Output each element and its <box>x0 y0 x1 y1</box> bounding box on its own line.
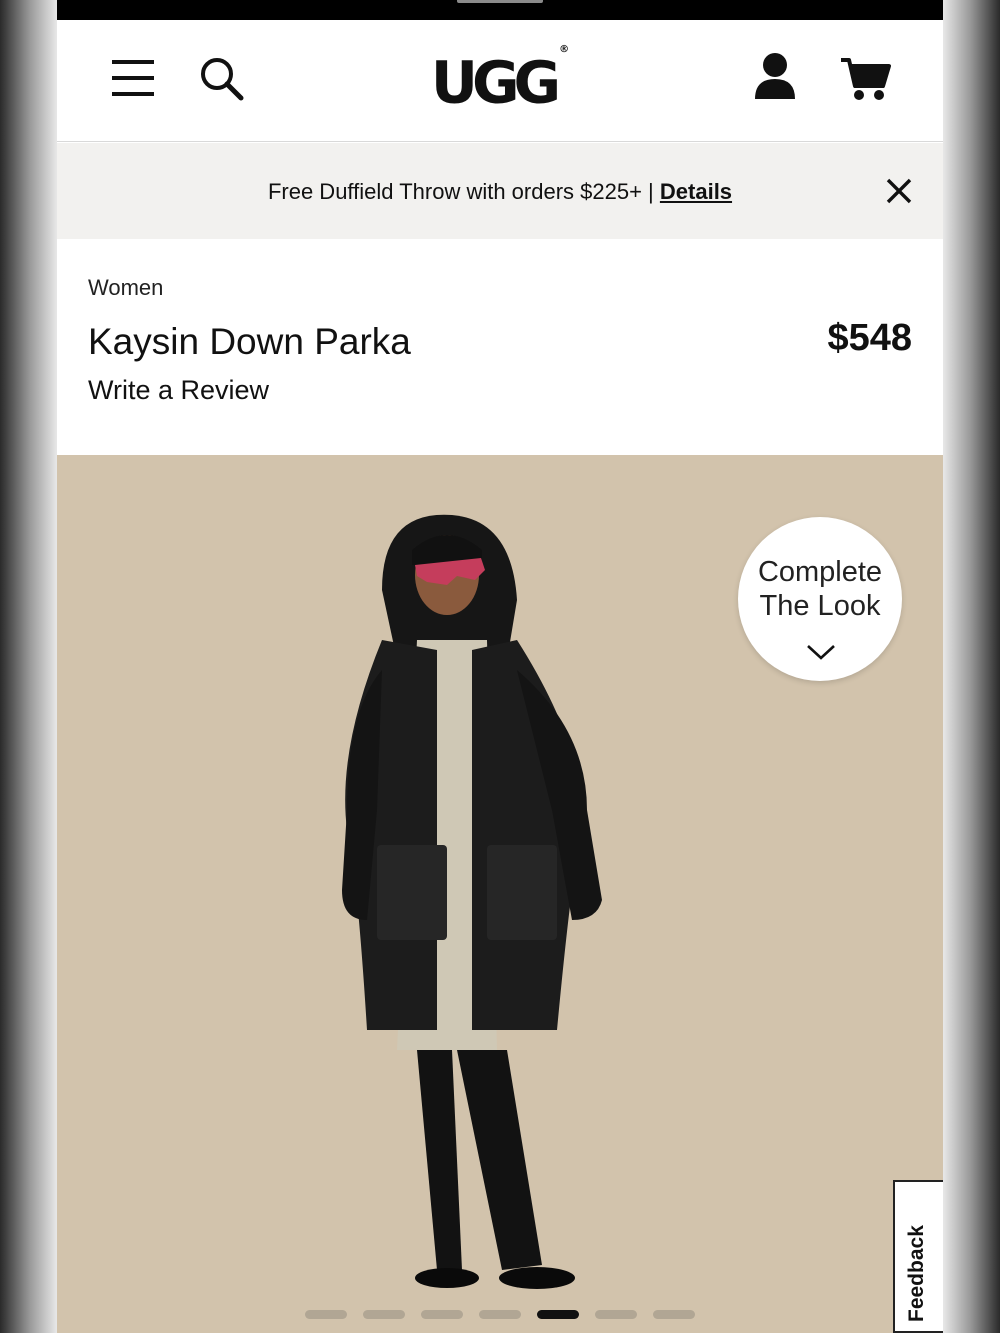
product-category[interactable]: Women <box>88 275 163 301</box>
promo-details-link[interactable]: Details <box>660 179 732 204</box>
carousel-dot[interactable] <box>653 1310 695 1319</box>
complete-the-look-line1: Complete <box>757 556 883 588</box>
complete-the-look-line2: The Look <box>759 590 881 622</box>
promo-message: Free Duffield Throw with orders $225+ | … <box>57 179 943 205</box>
promo-banner: Free Duffield Throw with orders $225+ | … <box>57 143 943 239</box>
phone-screen: UGG ® Free Duffield Throw with orders $22… <box>57 0 943 1333</box>
carousel-dot[interactable] <box>537 1310 579 1319</box>
logo-text: UGG <box>430 48 561 117</box>
chevron-down-icon <box>806 643 836 666</box>
close-icon[interactable] <box>885 177 913 210</box>
carousel-dot[interactable] <box>305 1310 347 1319</box>
product-title: Kaysin Down Parka <box>88 321 411 362</box>
feedback-tab[interactable]: Feedback <box>893 1180 943 1333</box>
promo-text: Free Duffield Throw with orders $225+ | <box>267 179 660 204</box>
ugg-logo[interactable]: UGG ® <box>423 44 573 116</box>
complete-the-look-label: Complete The Look <box>738 555 902 623</box>
product-info: Women Kaysin Down Parka Write a Review $… <box>57 239 943 455</box>
status-bar <box>57 0 943 20</box>
hamburger-menu-icon[interactable] <box>111 58 157 103</box>
carousel-dot[interactable] <box>363 1310 405 1319</box>
carousel-dot[interactable] <box>479 1310 521 1319</box>
site-header: UGG ® <box>57 20 943 142</box>
write-review-link[interactable]: Write a Review <box>88 375 269 406</box>
carousel-pagination <box>305 1310 705 1319</box>
carousel-dot[interactable] <box>595 1310 637 1319</box>
product-image-gallery[interactable]: Complete The Look <box>57 455 943 1333</box>
complete-the-look-button[interactable]: Complete The Look <box>738 517 902 681</box>
status-indicator <box>457 0 543 3</box>
carousel-dot[interactable] <box>421 1310 463 1319</box>
product-price: $548 <box>827 317 912 359</box>
cart-icon[interactable] <box>839 56 891 107</box>
logo-registered-mark: ® <box>559 44 570 55</box>
search-icon[interactable] <box>199 56 245 107</box>
feedback-label: Feedback <box>905 1225 928 1322</box>
product-photo-model <box>342 514 602 1289</box>
account-icon[interactable] <box>753 52 797 105</box>
